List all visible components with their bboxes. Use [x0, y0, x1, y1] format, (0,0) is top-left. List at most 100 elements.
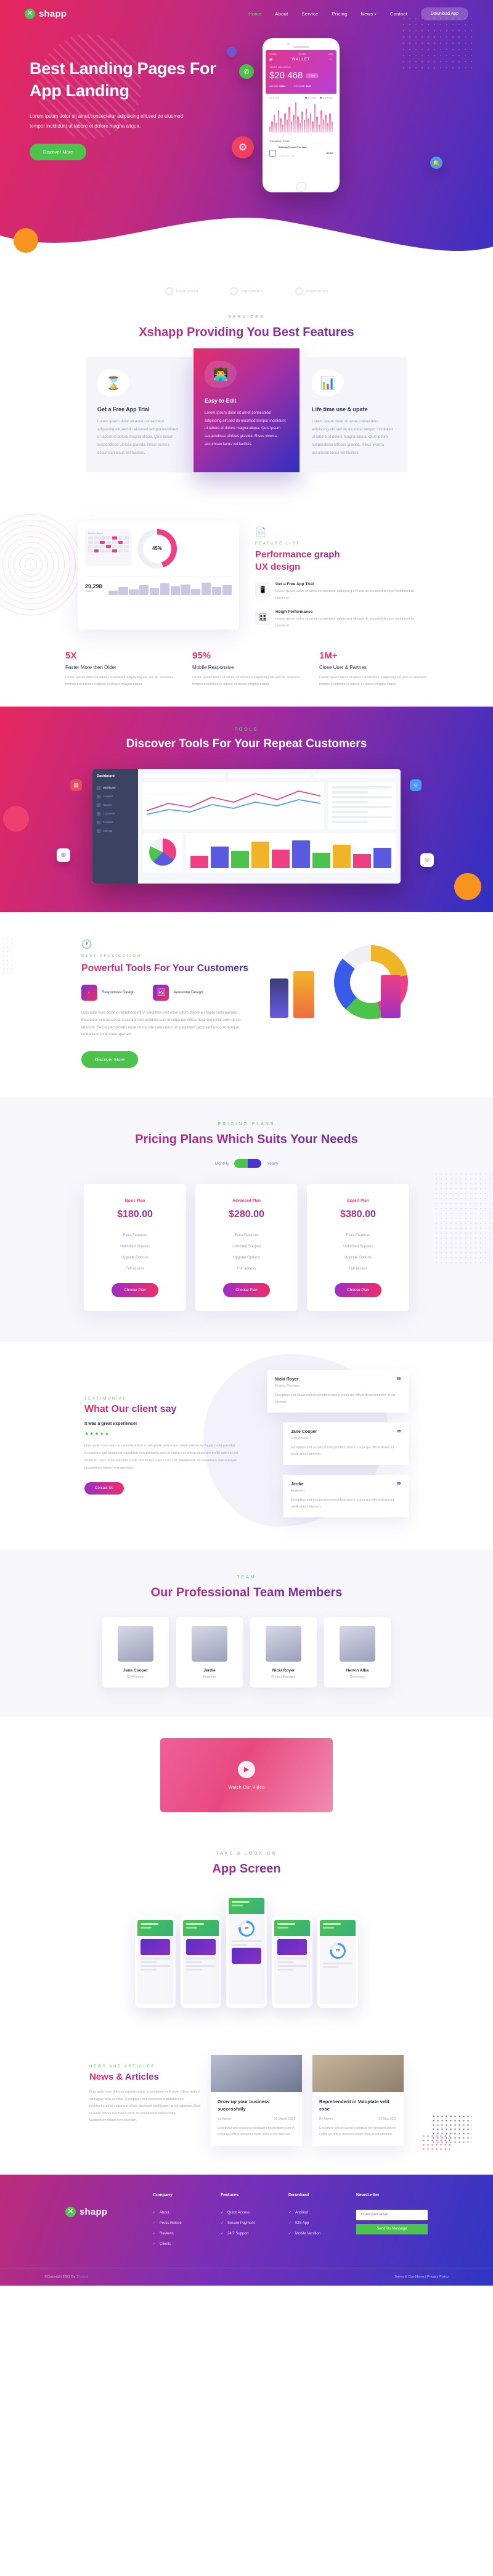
hero-phone-area: ✆ ⚙ 🔔 VIRGIN 4:21 PM 22% ☰ WALLET ⋯ YOUR… — [227, 38, 468, 244]
testimonial-card-text: Excepteur sint occaecat non proident,sun… — [291, 1446, 394, 1456]
client-logo: logoipsum — [295, 287, 328, 295]
privacy-link[interactable]: Privacy Policy — [427, 2275, 449, 2279]
copyright-link[interactable]: 17sucai — [76, 2275, 88, 2279]
news-card-meta: By Admin 03 May,2021 — [319, 2117, 397, 2121]
chart-legend: INCOME EXPENSE — [305, 97, 333, 99]
nav-item-home[interactable]: Home — [248, 11, 261, 17]
service-card[interactable]: ⌛ Get a Free App Trial Lorem ipsum dolor… — [86, 357, 192, 472]
bell-badge-icon[interactable]: 🔔 — [430, 157, 442, 169]
clients-strip: logoipsum logoipsum logoipsum — [0, 265, 493, 299]
dashboard-nav-item[interactable]: Analytics — [97, 792, 134, 801]
nav-item-about[interactable]: About — [275, 11, 288, 17]
dashboard-nav-item[interactable]: Settings — [97, 827, 134, 835]
gear-badge-icon[interactable]: ⚙ — [232, 136, 254, 158]
pricing-title: Pricing Plans Which Suits Your Needs — [0, 1131, 493, 1148]
app-screenshot[interactable] — [181, 1916, 221, 2009]
footer-brand[interactable]: ✕ shapp — [65, 2193, 137, 2249]
footer-link[interactable]: ✓ Mobile Verstion — [288, 2228, 340, 2239]
news-text: Duis aute irure dolor in reprehenderit i… — [89, 2090, 200, 2123]
testimonial-text: Duis aute irure dolor in reprehenderit i… — [84, 1444, 238, 1470]
billing-toggle[interactable]: Monthly Yearly — [0, 1159, 493, 1168]
footer-link[interactable]: ✓ Andriod — [288, 2207, 340, 2218]
menu-icon[interactable]: ☰ — [269, 58, 273, 62]
logoipsum-icon — [295, 287, 303, 295]
team-title: Our Professional Team Members — [0, 1584, 493, 1601]
app-screenshot[interactable]: 78 — [226, 1893, 267, 2009]
app-screenshot[interactable] — [272, 1916, 312, 2009]
send-message-button[interactable]: Send Us Message — [356, 2223, 428, 2234]
dashboard-brand: Dashboard — [97, 774, 115, 778]
battery-label: 22% — [328, 53, 333, 55]
download-app-button[interactable]: Download App — [420, 7, 468, 20]
pricing-section: PRICING PLANS Pricing Plans Which Suits … — [0, 1097, 493, 1342]
chart-period[interactable]: JULY 2016 — [269, 97, 279, 99]
target-badge-icon: ◎ — [420, 853, 434, 867]
carrier-label: VIRGIN — [269, 53, 277, 55]
news-card[interactable]: Reprehenderit in Voluptate velit esse By… — [312, 2055, 404, 2147]
nav-links: Home About Service Pricing News ▾ Contact — [248, 11, 407, 17]
footer-logo-text: shapp — [79, 2207, 108, 2218]
site-logo[interactable]: ✕ shapp — [25, 8, 67, 19]
hero-discover-button[interactable]: Discover More — [30, 144, 87, 161]
powerful-badge: 🖼 Awesome Design — [153, 985, 203, 1001]
footer-link[interactable]: ✓ Press Relese — [153, 2218, 205, 2228]
stat-value: 5X — [65, 650, 77, 661]
pricing-card: Expert Plan $380.00 Extra Features Unlim… — [307, 1184, 409, 1311]
plan-price: $380.00 — [316, 1209, 401, 1220]
feature-text: Lorem ipsum dolor sit amet,consectetur a… — [275, 617, 414, 628]
billing-switch[interactable] — [234, 1159, 262, 1168]
plan-feature: Unlimited Support — [232, 1245, 261, 1249]
app-screenshot[interactable]: 78 — [317, 1916, 358, 2009]
pricing-card: Basic Plan $180.00 Extra Features Unlimi… — [84, 1184, 186, 1311]
powerful-badge: 🔺 Responsive Design — [81, 985, 134, 1001]
choose-plan-button[interactable]: Choose Plan — [223, 1283, 270, 1298]
more-icon[interactable]: ⋯ — [328, 57, 333, 62]
service-card-featured[interactable]: 👨‍💻 Easy to Edit Lorem ipsum dolor sit a… — [194, 348, 299, 472]
nav-item-contact[interactable]: Contact — [390, 11, 407, 17]
powerful-badge-label: Responsive Design — [102, 990, 135, 995]
footer-link[interactable]: ✓ Secure Payment — [221, 2218, 272, 2228]
legend-expense: EXPENSE — [320, 97, 333, 99]
toggle-yearly-label: Yearly — [267, 1161, 279, 1166]
nav-item-pricing[interactable]: Pricing — [332, 11, 348, 17]
dashboard-nav-item[interactable]: Customers — [97, 810, 134, 818]
footer-link[interactable]: ✓ 24/7 Support — [221, 2228, 272, 2239]
news-card[interactable]: Grow up your business successfully By Ad… — [211, 2055, 302, 2147]
footer-link[interactable]: ✓ Clients — [153, 2239, 205, 2249]
service-card-title: Get a Free App Trial — [97, 406, 150, 412]
choose-plan-button[interactable]: Choose Plan — [112, 1283, 158, 1298]
newsletter-email-input[interactable] — [356, 2209, 428, 2220]
calendar-grid — [88, 536, 129, 552]
nav-item-service[interactable]: Service — [301, 11, 318, 17]
footer-link[interactable]: ✓ Reviews — [153, 2228, 205, 2239]
footer-link[interactable]: ✓ About — [153, 2207, 205, 2218]
powerful-tools-section: 🕐 BEST APPLICATION Powerful Tools For Yo… — [0, 911, 493, 1098]
footer-link[interactable]: ✓ IOS App — [288, 2218, 340, 2228]
dashboard-nav-item[interactable]: Reports — [97, 801, 134, 810]
video-banner[interactable]: ▶ Watch Our Video — [160, 1738, 333, 1813]
choose-plan-button[interactable]: Choose Plan — [335, 1283, 381, 1298]
powerful-discover-button[interactable]: Discover More — [81, 1051, 139, 1069]
feature-title: Get a Free App Trial — [275, 582, 314, 587]
dashboard-nav-item[interactable]: Dashboard — [97, 784, 134, 792]
testimonial-name: Nicki Royer — [275, 1377, 299, 1382]
person-illustration — [293, 970, 314, 1018]
footer-link[interactable]: ✓ Quick Access — [221, 2207, 272, 2218]
footer-column-company: Company ✓ About ✓ Press Relese ✓ Reviews ✓ C… — [153, 2193, 205, 2249]
team-section: TEAM Our Professional Team Members Jane … — [0, 1549, 493, 1718]
chat-badge-icon[interactable]: ✆ — [239, 64, 254, 79]
hourglass-chart-icon: ⌛ — [97, 369, 129, 396]
news-thumbnail — [312, 2055, 404, 2093]
x-icon: ✕ — [25, 8, 35, 19]
app-screenshot[interactable] — [135, 1916, 176, 2009]
dashboard-nav-item[interactable]: Products — [97, 818, 134, 827]
contact-us-button[interactable]: Contact Us — [84, 1482, 124, 1495]
plan-name: Basic Plan — [124, 1199, 145, 1204]
client-logo: logoipsum — [165, 287, 198, 295]
play-icon[interactable]: ▶ — [238, 1760, 255, 1778]
service-card[interactable]: 📊 Life time use & upate Lorem ipsum dolo… — [301, 357, 407, 472]
transaction-row[interactable]: Birthday Present For Jane July 23, 2016 … — [266, 144, 336, 162]
nav-item-news[interactable]: News ▾ — [361, 11, 377, 17]
terms-link[interactable]: Terms & Conditions — [394, 2275, 425, 2279]
calendar-badge-icon: ▤ — [70, 779, 82, 791]
